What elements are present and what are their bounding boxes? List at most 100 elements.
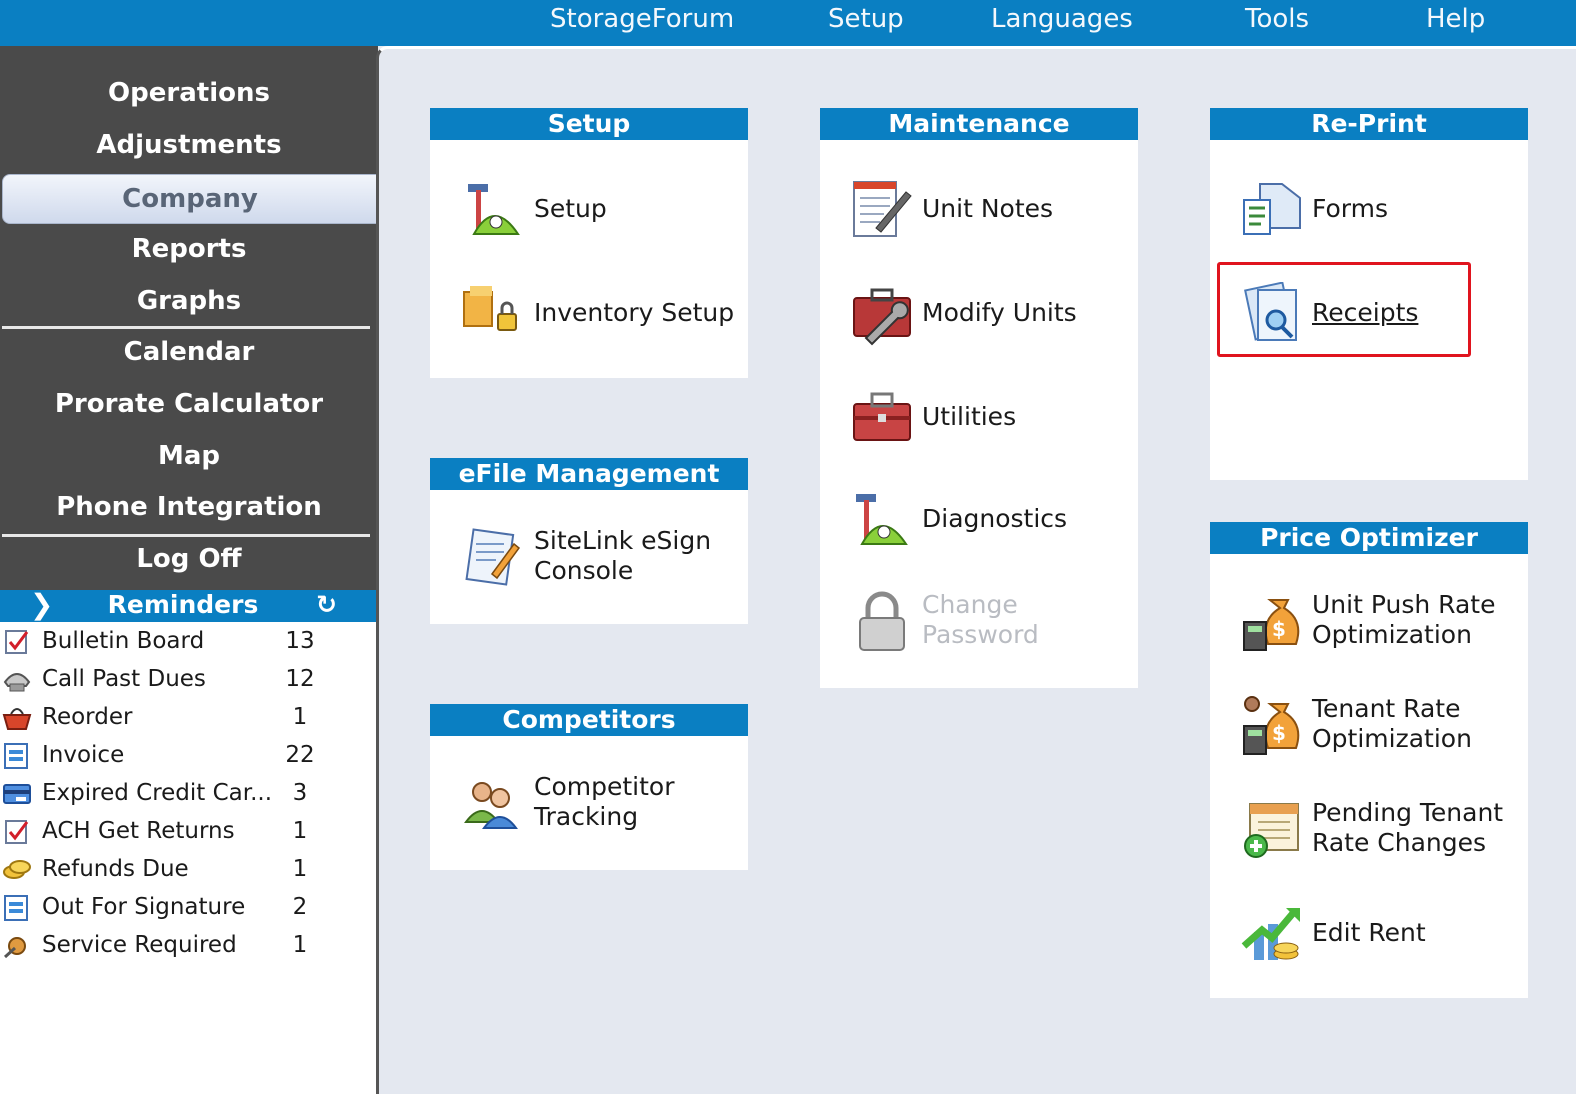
list-item[interactable]: ACH Get Returns 1 — [0, 814, 376, 852]
reminder-label: Invoice — [42, 742, 125, 768]
item-label: Optimization — [1312, 620, 1472, 649]
group-header: Price Optimizer — [1210, 522, 1528, 554]
nav-divider — [2, 326, 370, 329]
competitor-tracking-item[interactable]: Competitor Tracking — [462, 772, 742, 836]
pending-tenant-rate-changes-item[interactable]: Pending Tenant Rate Changes — [1240, 798, 1520, 862]
reminder-count: 12 — [285, 666, 315, 692]
item-label: SiteLink eSign — [534, 526, 712, 555]
modify-units-item[interactable]: Modify Units — [850, 282, 1130, 346]
toolbox-icon — [853, 392, 911, 441]
reminder-label: Bulletin Board — [42, 628, 205, 654]
list-item[interactable]: Out For Signature 2 — [0, 890, 376, 928]
tenant-rate-optimization-item[interactable]: $ Tenant Rate Optimization — [1240, 694, 1520, 758]
item-label: Password — [922, 620, 1039, 649]
unit-push-rate-optimization-item[interactable]: $ Unit Push Rate Optimization — [1240, 590, 1520, 654]
nav-phone-integration[interactable]: Phone Integration — [0, 492, 378, 522]
list-item[interactable]: Expired Credit Car... 3 — [0, 776, 376, 814]
group-header: Competitors — [430, 704, 748, 736]
group-header: Setup — [430, 108, 748, 140]
diagnostics-item[interactable]: Diagnostics — [850, 488, 1110, 552]
menu-setup[interactable]: Setup — [828, 4, 904, 34]
item-label: Tracking — [534, 802, 639, 831]
utilities-item[interactable]: Utilities — [850, 386, 1110, 450]
app-window: StorageForum Setup Languages Tools Help … — [0, 0, 1576, 1094]
credit-card-icon — [3, 784, 31, 804]
nav-company[interactable]: Company — [2, 174, 378, 224]
forms-envelope-icon — [1243, 183, 1301, 235]
reminder-label: Reorder — [42, 704, 133, 730]
top-menu-bar: StorageForum Setup Languages Tools Help — [0, 0, 1576, 46]
menu-tools[interactable]: Tools — [1245, 4, 1309, 34]
padlock-icon — [859, 591, 905, 651]
toolbox-wrench-icon — [853, 288, 911, 346]
item-label: Edit Rent — [1312, 918, 1426, 947]
reminder-label: Call Past Dues — [42, 666, 206, 692]
service-icon — [3, 937, 26, 959]
setup-item[interactable]: Setup — [462, 178, 722, 242]
nav-calendar[interactable]: Calendar — [0, 337, 378, 367]
item-label: Pending Tenant — [1312, 798, 1504, 827]
sitelink-esign-console-item[interactable]: SiteLink eSign Console — [462, 526, 742, 590]
menu-help[interactable]: Help — [1426, 4, 1485, 34]
money-bag-calculator-icon: $ — [1243, 599, 1300, 651]
list-item[interactable]: Refunds Due 1 — [0, 852, 376, 890]
invoice-icon — [4, 743, 28, 769]
group-header: Re-Print — [1210, 108, 1528, 140]
reminders-title: Reminders — [107, 590, 259, 619]
nav-divider — [2, 534, 370, 537]
menu-storageforum[interactable]: StorageForum — [550, 4, 734, 34]
checklist-icon — [5, 820, 29, 844]
group-header: eFile Management — [430, 458, 748, 490]
item-label: Inventory Setup — [534, 298, 735, 327]
list-item[interactable]: Call Past Dues 12 — [0, 662, 376, 700]
reminder-count: 22 — [285, 742, 315, 768]
reminder-label: ACH Get Returns — [42, 818, 235, 844]
item-label: Utilities — [922, 402, 1017, 431]
inventory-setup-item[interactable]: Inventory Setup — [462, 282, 742, 346]
tools-icon — [856, 494, 908, 545]
reminder-label: Refunds Due — [42, 856, 189, 882]
notes-icon — [853, 181, 912, 237]
item-label: Setup — [534, 194, 607, 223]
nav-operations[interactable]: Operations — [0, 78, 378, 108]
refresh-icon[interactable]: ↻ — [316, 590, 337, 619]
reminder-count: 1 — [292, 856, 308, 882]
basket-icon — [2, 708, 32, 730]
forms-item[interactable]: Forms — [1240, 178, 1500, 242]
item-label: Forms — [1312, 194, 1389, 223]
item-label: Diagnostics — [922, 504, 1068, 533]
tools-icon — [468, 184, 520, 235]
menu-languages[interactable]: Languages — [991, 4, 1133, 34]
item-label: Modify Units — [922, 298, 1077, 327]
maintenance-group: Maintenance Unit Notes Modify Units Util… — [820, 108, 1138, 688]
item-label: Unit Notes — [922, 194, 1054, 223]
nav-graphs[interactable]: Graphs — [0, 286, 378, 316]
reminder-count: 1 — [292, 704, 308, 730]
list-item[interactable]: Reorder 1 — [0, 700, 376, 738]
reminder-count: 2 — [292, 894, 308, 920]
change-password-item: Change Password — [850, 590, 1110, 654]
list-item[interactable]: Service Required 1 — [0, 928, 376, 966]
nav-prorate-calculator[interactable]: Prorate Calculator — [0, 389, 378, 419]
reminder-label: Service Required — [42, 932, 237, 958]
nav-adjustments[interactable]: Adjustments — [0, 130, 378, 160]
growth-chart-icon — [1241, 908, 1300, 960]
nav-reports[interactable]: Reports — [0, 234, 378, 264]
item-label: Unit Push Rate — [1312, 590, 1496, 619]
edit-rent-item[interactable]: Edit Rent — [1240, 902, 1500, 966]
list-item[interactable]: Invoice 22 — [0, 738, 376, 776]
item-label: Console — [534, 556, 634, 585]
list-item[interactable]: Bulletin Board 13 — [0, 624, 376, 662]
people-icon — [464, 782, 518, 829]
reminder-label: Expired Credit Car... — [42, 780, 273, 806]
svg-text:$: $ — [1272, 617, 1286, 641]
phone-icon — [3, 673, 31, 692]
nav-log-off[interactable]: Log Off — [0, 544, 378, 574]
item-label: Change — [922, 590, 1018, 619]
left-navigation: Operations Adjustments Company Reports G… — [0, 46, 378, 590]
nav-map[interactable]: Map — [0, 441, 378, 471]
svg-text:$: $ — [1272, 721, 1286, 745]
reminders-list: Bulletin Board 13 Call Past Dues 12 Reor… — [0, 622, 376, 1094]
unit-notes-item[interactable]: Unit Notes — [850, 178, 1110, 242]
price-optimizer-group: Price Optimizer $ Unit Push Rate Optimiz… — [1210, 522, 1528, 998]
